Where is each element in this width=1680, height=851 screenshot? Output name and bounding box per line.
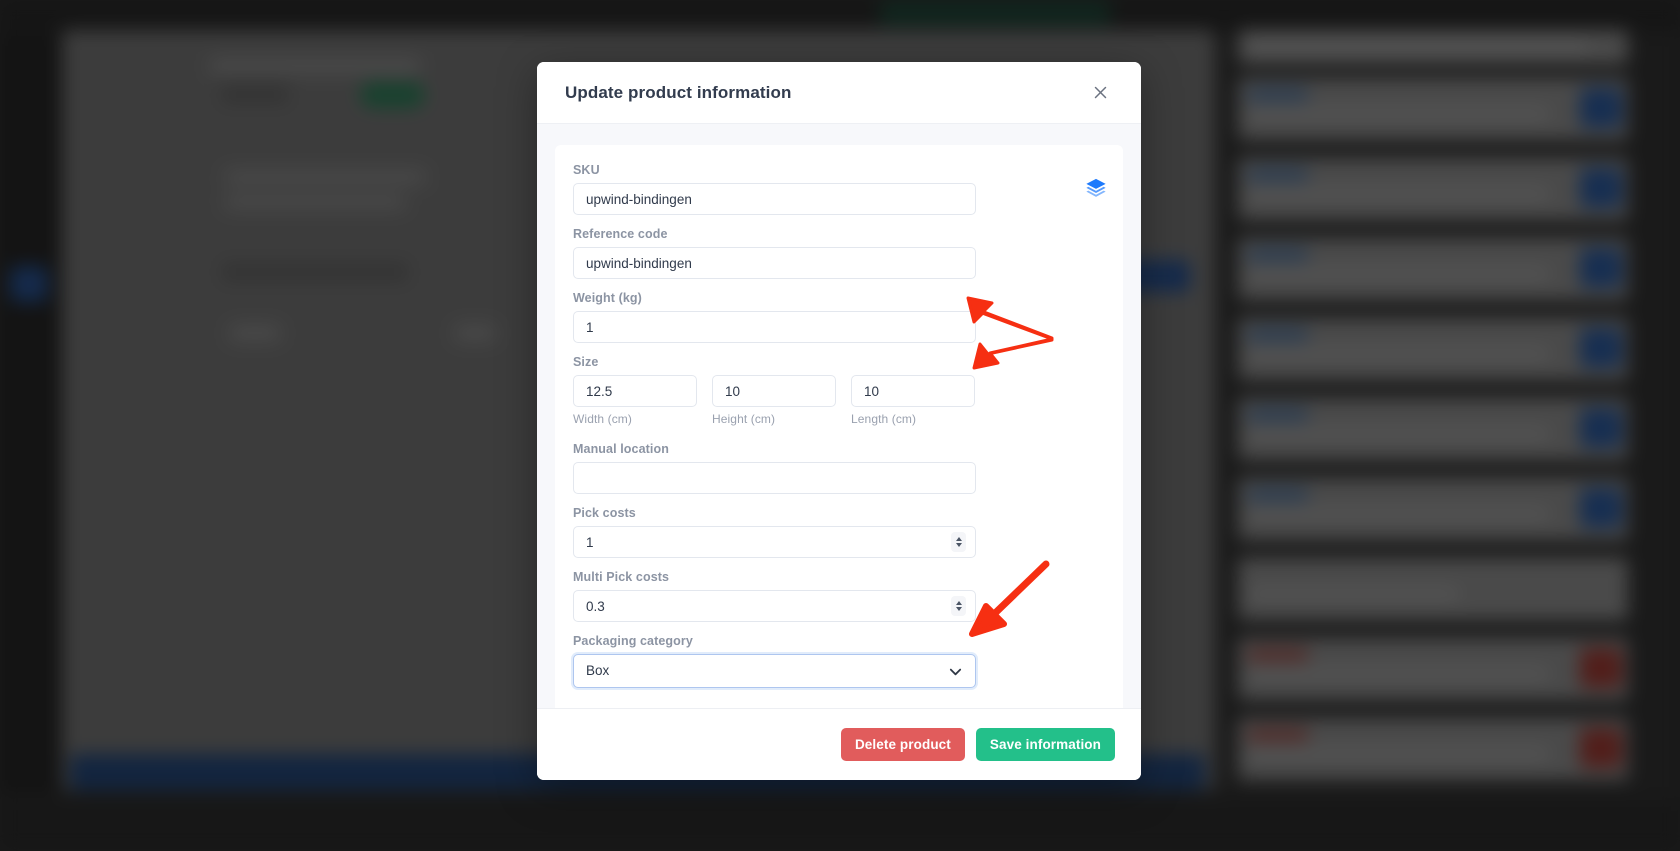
reference-code-input[interactable]	[573, 247, 976, 279]
size-length-group: Length (cm)	[851, 375, 975, 426]
height-sub-label: Height (cm)	[712, 412, 776, 426]
modal-title: Update product information	[565, 82, 792, 102]
chevron-down-icon[interactable]	[948, 664, 963, 679]
field-pick-costs: Pick costs	[573, 506, 1105, 558]
field-packaging-category: Packaging category Box	[573, 634, 1105, 688]
stepper-up-icon[interactable]	[955, 601, 962, 605]
weight-input[interactable]	[573, 311, 976, 343]
field-reference-code: Reference code	[573, 227, 1105, 279]
length-sub-label: Length (cm)	[851, 412, 917, 426]
update-product-modal: Update product information SKU R	[537, 62, 1141, 780]
size-inputs-row: Width (cm) Height (cm) Length (cm)	[573, 375, 1105, 426]
stepper-up-icon[interactable]	[955, 537, 962, 541]
modal-footer: Delete product Save information	[537, 708, 1141, 780]
height-input[interactable]	[712, 375, 836, 407]
width-input[interactable]	[573, 375, 697, 407]
field-weight: Weight (kg)	[573, 291, 1105, 343]
delete-product-button[interactable]: Delete product	[840, 728, 965, 761]
packaging-category-label: Packaging category	[573, 634, 693, 648]
field-size: Size Width (cm) Height (cm) Length (cm)	[573, 355, 1105, 426]
field-manual-location: Manual location	[573, 442, 1105, 494]
size-height-group: Height (cm)	[712, 375, 836, 426]
save-information-button[interactable]: Save information	[975, 728, 1115, 761]
sku-input[interactable]	[573, 183, 976, 215]
pick-costs-stepper[interactable]	[951, 532, 966, 552]
layers-icon[interactable]	[1085, 177, 1107, 199]
stepper-down-icon[interactable]	[955, 543, 962, 547]
pick-costs-input[interactable]	[573, 526, 976, 558]
weight-label: Weight (kg)	[573, 291, 642, 305]
reference-code-label: Reference code	[573, 227, 668, 241]
packaging-category-select[interactable]: Box	[573, 654, 976, 688]
packaging-category-value: Box	[586, 663, 610, 678]
pick-costs-label: Pick costs	[573, 506, 636, 520]
manual-location-input[interactable]	[573, 462, 976, 494]
pick-costs-group	[573, 526, 976, 558]
size-label: Size	[573, 355, 599, 369]
close-icon[interactable]	[1087, 80, 1113, 106]
multi-pick-costs-group	[573, 590, 976, 622]
modal-body: SKU Reference code Weight (kg) Size Widt…	[537, 124, 1141, 708]
manual-location-label: Manual location	[573, 442, 669, 456]
product-form: SKU Reference code Weight (kg) Size Widt…	[555, 145, 1123, 708]
length-input[interactable]	[851, 375, 975, 407]
modal-header: Update product information	[537, 62, 1141, 124]
stepper-down-icon[interactable]	[955, 607, 962, 611]
multi-pick-costs-input[interactable]	[573, 590, 976, 622]
field-sku: SKU	[573, 163, 1105, 215]
sku-label: SKU	[573, 163, 600, 177]
field-multi-pick-costs: Multi Pick costs	[573, 570, 1105, 622]
width-sub-label: Width (cm)	[573, 412, 632, 426]
size-width-group: Width (cm)	[573, 375, 697, 426]
multi-pick-costs-stepper[interactable]	[951, 596, 966, 616]
packaging-category-group: Box	[573, 654, 976, 688]
multi-pick-costs-label: Multi Pick costs	[573, 570, 670, 584]
